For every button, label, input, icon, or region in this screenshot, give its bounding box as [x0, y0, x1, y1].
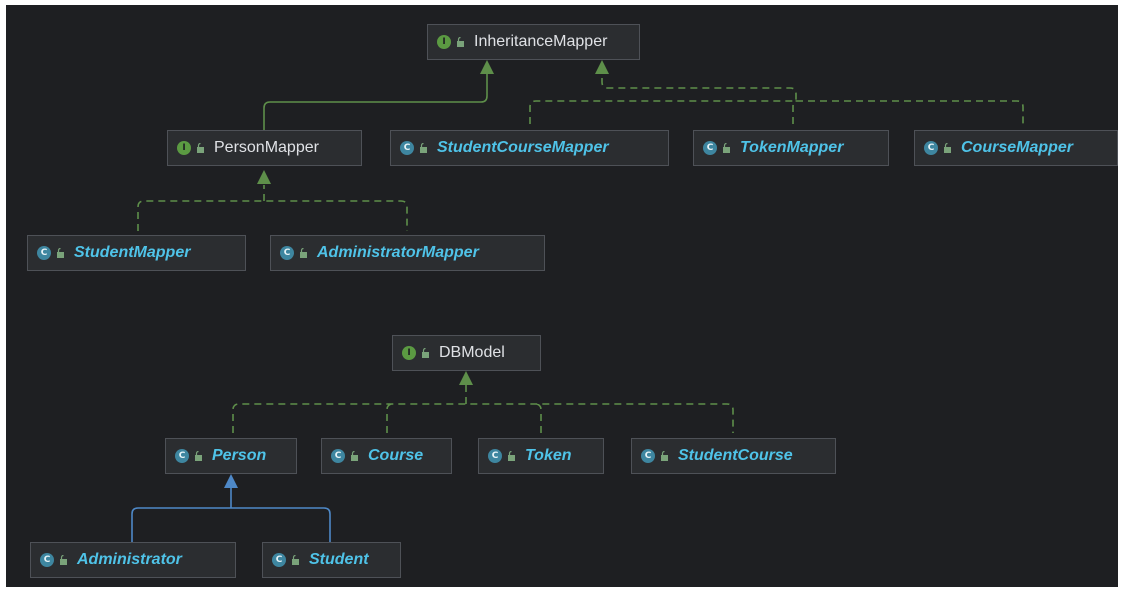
class-icon: C	[703, 141, 717, 155]
lock-icon	[195, 451, 202, 461]
lock-icon	[508, 451, 515, 461]
lock-icon	[422, 348, 429, 358]
class-icon: C	[37, 246, 51, 260]
edge-classes-to-dbmodel	[232, 385, 734, 433]
arrowhead-dbmodel	[459, 371, 473, 385]
node-label: StudentCourseMapper	[437, 139, 609, 156]
node-studentmapper[interactable]: C StudentMapper	[27, 235, 246, 271]
lock-icon	[300, 248, 307, 258]
class-icon: C	[175, 449, 189, 463]
lock-icon	[420, 143, 427, 153]
arrowhead-person	[224, 474, 238, 488]
lock-icon	[292, 555, 299, 565]
class-icon: C	[488, 449, 502, 463]
node-label: CourseMapper	[961, 139, 1074, 156]
interface-icon: I	[402, 346, 416, 360]
node-personmapper[interactable]: I PersonMapper	[167, 130, 362, 166]
lock-icon	[60, 555, 67, 565]
node-label: InheritanceMapper	[474, 33, 608, 50]
node-label: StudentCourse	[678, 447, 793, 464]
lock-icon	[723, 143, 730, 153]
node-administratormapper[interactable]: C AdministratorMapper	[270, 235, 545, 271]
interface-icon: I	[437, 35, 451, 49]
node-inheritancemapper[interactable]: I InheritanceMapper	[427, 24, 640, 60]
edge-administrator-student-to-person	[131, 488, 331, 542]
node-studentcourse[interactable]: C StudentCourse	[631, 438, 836, 474]
lock-icon	[457, 37, 464, 47]
lock-icon	[661, 451, 668, 461]
class-icon: C	[280, 246, 294, 260]
node-label: StudentMapper	[74, 244, 191, 261]
node-label: Student	[309, 551, 369, 568]
class-icon: C	[641, 449, 655, 463]
interface-icon: I	[177, 141, 191, 155]
node-label: Token	[525, 447, 572, 464]
node-label: AdministratorMapper	[317, 244, 479, 261]
edges-layer	[131, 60, 1024, 542]
node-label: DBModel	[439, 344, 505, 361]
edge-personmapper-to-inheritancemapper	[263, 74, 488, 138]
arrowhead-inheritancemapper-right	[595, 60, 609, 74]
node-person[interactable]: C Person	[165, 438, 297, 474]
node-label: Course	[368, 447, 424, 464]
node-label: PersonMapper	[214, 139, 319, 156]
class-icon: C	[272, 553, 286, 567]
node-coursemapper[interactable]: C CourseMapper	[914, 130, 1118, 166]
edge-tokenmapper-to-inheritancemapper	[792, 100, 797, 124]
node-administrator[interactable]: C Administrator	[30, 542, 236, 578]
edge-studentcoursemapper-to-inheritancemapper	[529, 74, 1024, 124]
class-icon: C	[331, 449, 345, 463]
node-dbmodel[interactable]: I DBModel	[392, 335, 541, 371]
lock-icon	[197, 143, 204, 153]
node-label: TokenMapper	[740, 139, 844, 156]
class-icon: C	[400, 141, 414, 155]
lock-icon	[351, 451, 358, 461]
class-icon: C	[40, 553, 54, 567]
node-token[interactable]: C Token	[478, 438, 604, 474]
arrowhead-personmapper	[257, 170, 271, 184]
lock-icon	[944, 143, 951, 153]
arrowhead-inheritancemapper-left	[480, 60, 494, 74]
node-tokenmapper[interactable]: C TokenMapper	[693, 130, 889, 166]
node-label: Person	[212, 447, 267, 464]
node-course[interactable]: C Course	[321, 438, 452, 474]
class-icon: C	[924, 141, 938, 155]
node-studentcoursemapper[interactable]: C StudentCourseMapper	[390, 130, 669, 166]
edge-studentmapper-to-personmapper	[137, 185, 408, 231]
lock-icon	[57, 248, 64, 258]
node-label: Administrator	[77, 551, 182, 568]
node-student[interactable]: C Student	[262, 542, 401, 578]
